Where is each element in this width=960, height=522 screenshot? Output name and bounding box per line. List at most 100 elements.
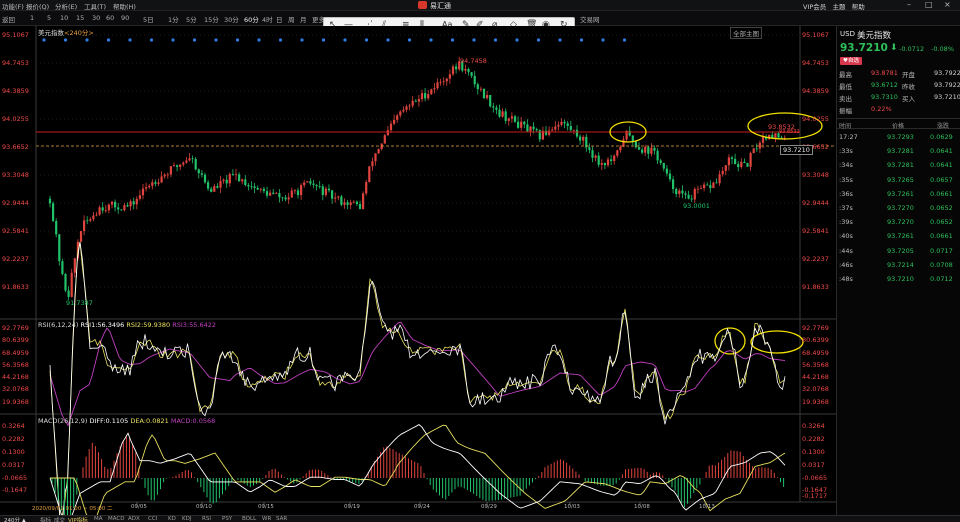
indicator-tab-kd[interactable]: KD bbox=[168, 516, 176, 522]
menu-analysis[interactable]: 分析(E) bbox=[55, 1, 77, 11]
tick-row[interactable]: :37s 93.7270 0.0652 bbox=[837, 204, 960, 217]
rsi-tick-left: 44.2168 bbox=[2, 373, 29, 381]
indicator-tab-boll[interactable]: BOLL bbox=[242, 516, 256, 522]
period-1[interactable]: 1 bbox=[30, 14, 34, 22]
indicator-tab-cci[interactable]: CCI bbox=[148, 516, 157, 522]
period-60min[interactable]: 60分 bbox=[244, 14, 259, 24]
menu-function[interactable]: 功能(F) bbox=[2, 1, 24, 11]
minimize-icon[interactable]: – bbox=[907, 0, 911, 9]
indicator-tab-rsi[interactable]: RSI bbox=[202, 516, 211, 522]
candle-body bbox=[185, 160, 188, 163]
candle-body bbox=[275, 193, 278, 194]
period-30[interactable]: 30 bbox=[92, 14, 100, 22]
tick-row[interactable]: :36s 93.7261 0.0661 bbox=[837, 190, 960, 203]
maximize-icon[interactable]: □ bbox=[925, 0, 933, 9]
menu-tools[interactable]: 工具(T) bbox=[84, 1, 106, 11]
tick-row[interactable]: :39s 93.7270 0.0652 bbox=[837, 218, 960, 231]
rsi-tick-left: 68.4959 bbox=[2, 349, 29, 357]
candle-body bbox=[613, 155, 616, 162]
indicator-tab-psy[interactable]: PSY bbox=[222, 516, 232, 522]
period-week[interactable]: 周 bbox=[288, 14, 295, 24]
indicator-tab-adx[interactable]: ADX bbox=[128, 516, 140, 522]
candle-body bbox=[644, 146, 647, 153]
tick-row[interactable]: :40s 93.7261 0.0661 bbox=[837, 232, 960, 245]
period-5day[interactable]: 5日 bbox=[143, 14, 154, 24]
theme-link[interactable]: 主题 bbox=[833, 3, 846, 11]
chart-canvas[interactable] bbox=[0, 26, 836, 515]
candle-body bbox=[101, 207, 104, 211]
indicator-tab-sar[interactable]: SAR bbox=[276, 516, 287, 522]
event-dot-icon bbox=[472, 38, 476, 42]
period-indicator[interactable]: 240分 ▲ bbox=[4, 516, 26, 522]
candle-body bbox=[696, 188, 699, 190]
period-90[interactable]: 90 bbox=[121, 14, 129, 22]
candle-body bbox=[343, 202, 346, 205]
candle-body bbox=[83, 220, 86, 232]
help-link[interactable]: 帮助 bbox=[852, 3, 865, 11]
candle-body bbox=[331, 190, 334, 199]
candle-body bbox=[98, 207, 101, 215]
close-icon[interactable]: × bbox=[944, 0, 951, 9]
period-60[interactable]: 60 bbox=[106, 14, 114, 22]
indicator-tab-指标[interactable]: 指标 bbox=[40, 516, 51, 522]
indicator-tab-kdj[interactable]: KDJ bbox=[182, 516, 191, 522]
indicator-tab-wr[interactable]: WR bbox=[262, 516, 271, 522]
tick-row[interactable]: :44s 93.7205 0.0717 bbox=[837, 247, 960, 260]
indicator-tab-ma[interactable]: MA bbox=[94, 516, 103, 522]
back-button[interactable]: 返回 bbox=[2, 14, 15, 24]
chart-area[interactable]: 美元指数<240分> 全部主图 RSI(6,12,24) RSI1:56.349… bbox=[0, 26, 836, 515]
tick-row[interactable]: 17:27 93.7293 0.0629 bbox=[837, 133, 960, 146]
candle-body bbox=[327, 188, 331, 191]
period-5min[interactable]: 5分 bbox=[186, 14, 197, 24]
indicator-tab-成交[interactable]: 成交 bbox=[54, 516, 65, 522]
candle-body bbox=[52, 203, 55, 221]
period-5[interactable]: 5 bbox=[47, 14, 51, 22]
quote-row: 最低 93.6712 昨收 93.7922 bbox=[839, 81, 960, 91]
trade-link[interactable]: 交易网 bbox=[580, 14, 600, 24]
event-dot-icon bbox=[407, 38, 412, 42]
period-4h[interactable]: 4时 bbox=[262, 14, 273, 24]
overlay-select[interactable]: 全部主图 bbox=[730, 27, 762, 39]
indicator-tab-vip指标[interactable]: VIP指标 bbox=[68, 516, 88, 522]
period-1min[interactable]: 1分 bbox=[168, 14, 179, 24]
tick-row[interactable]: :34s 93.7281 0.0641 bbox=[837, 161, 960, 174]
tick-row[interactable]: :48s 93.7210 0.0712 bbox=[837, 275, 960, 288]
candle-body bbox=[349, 202, 352, 206]
menu-help[interactable]: 帮助(H) bbox=[113, 1, 136, 11]
period-30min[interactable]: 30分 bbox=[224, 14, 239, 24]
y-tick-right: 93.3048 bbox=[802, 171, 829, 179]
tick-row[interactable]: :46s 93.7214 0.0708 bbox=[837, 261, 960, 274]
menu-quote[interactable]: 报价(Q) bbox=[26, 1, 49, 11]
candle-body bbox=[709, 185, 712, 189]
event-dot-icon bbox=[450, 38, 455, 42]
period-day[interactable]: 日 bbox=[276, 14, 283, 24]
candle-body bbox=[675, 188, 678, 195]
tick-row[interactable]: :35s 93.7265 0.0657 bbox=[837, 176, 960, 189]
candle-body bbox=[207, 182, 210, 189]
candle-body bbox=[244, 179, 247, 185]
candle-body bbox=[507, 118, 510, 121]
candle-body bbox=[272, 192, 275, 194]
period-month[interactable]: 月 bbox=[300, 14, 307, 24]
candle-body bbox=[647, 146, 650, 154]
rsi-tick-left: 92.7769 bbox=[2, 324, 29, 332]
period-15[interactable]: 15 bbox=[76, 14, 84, 22]
favorite-button[interactable]: ♥自选 bbox=[840, 57, 862, 65]
quote-row: 振幅 0.22% bbox=[839, 105, 892, 115]
y-tick-right: 92.5841 bbox=[802, 227, 829, 235]
vip-link[interactable]: VIP会员 bbox=[803, 3, 826, 11]
period-15min[interactable]: 15分 bbox=[204, 14, 219, 24]
candle-body bbox=[104, 210, 107, 212]
candle-body bbox=[228, 174, 231, 184]
y-tick-left: 94.7453 bbox=[2, 59, 29, 67]
candle-body bbox=[188, 158, 191, 161]
candle-body bbox=[318, 186, 321, 187]
rsi-tick-left: 32.0768 bbox=[2, 385, 29, 393]
event-dot-icon bbox=[622, 38, 627, 42]
candle-body bbox=[73, 258, 76, 273]
indicator-tab-macd[interactable]: MACD bbox=[108, 516, 125, 522]
tick-row[interactable]: :33s 93.7281 0.0641 bbox=[837, 147, 960, 160]
event-dot-icon bbox=[343, 38, 347, 42]
y-tick-right: 94.0255 bbox=[802, 115, 829, 123]
period-10[interactable]: 10 bbox=[60, 14, 68, 22]
